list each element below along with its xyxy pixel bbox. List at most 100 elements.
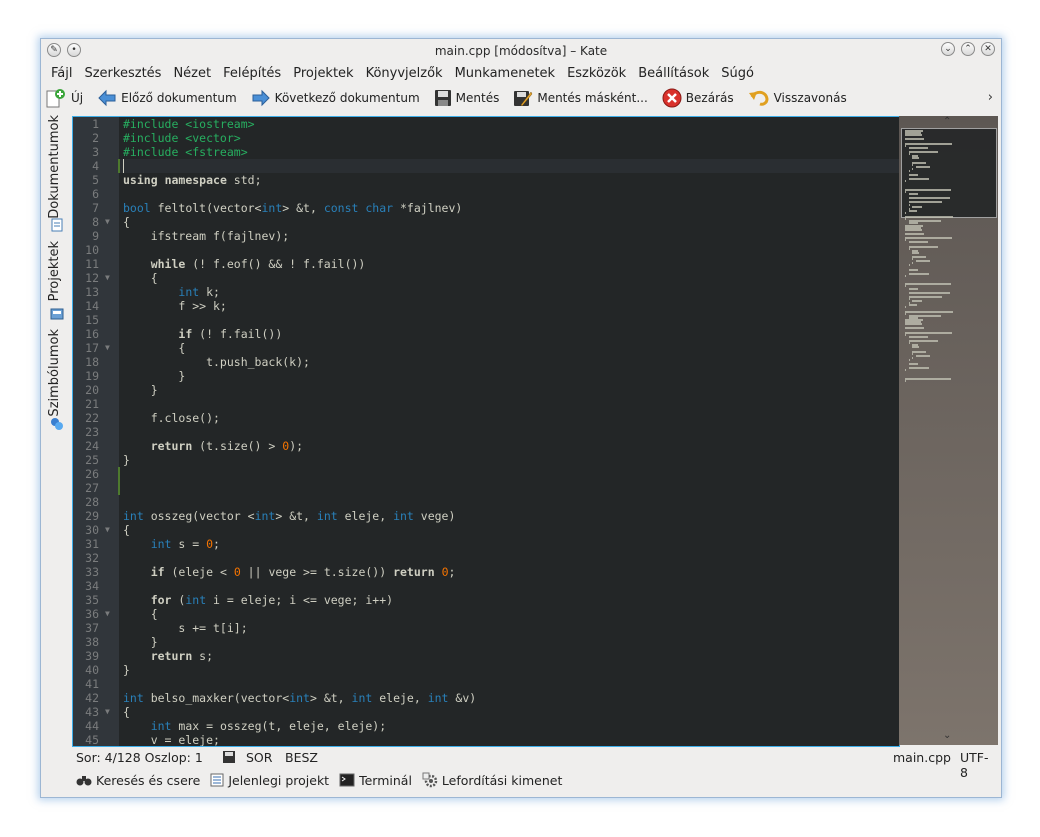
menu-bookmarks[interactable]: Könyvjelzők [360,63,449,85]
code-line[interactable]: 10 [73,243,899,257]
tab-documents[interactable]: Dokumentumok [47,115,62,219]
minimap-viewport[interactable] [901,128,997,218]
close-window-button[interactable]: ✕ [981,42,995,56]
line-number: 6 [92,187,99,201]
code-line[interactable]: 5 using namespace std; [73,173,899,187]
code-line[interactable]: 17 ▼ { [73,341,899,355]
code-line[interactable]: 12 ▼ { [73,271,899,285]
scroll-up-icon[interactable]: ⌃ [943,116,951,127]
code-line[interactable]: 44 int max = osszeg(t, eleje, eleje); [73,719,899,733]
minimap-line [908,335,928,338]
code-line[interactable]: 40} [73,663,899,677]
save-status-icon[interactable] [222,750,236,764]
code-line[interactable]: 16 if (! f.fail()) [73,327,899,341]
tab-current-project[interactable]: Jelenlegi projekt [210,773,329,788]
fold-marker-icon[interactable]: ▼ [105,215,110,229]
encoding[interactable]: UTF-8 [960,750,996,780]
next-document-button[interactable]: Következő dokumentum [251,89,420,107]
maximize-button[interactable]: ⌃ [961,42,975,56]
code-line[interactable]: 33 if (eleje < 0 || vege >= t.size()) re… [73,565,899,579]
code-line[interactable]: 42 int belso_maxker(vector<int> &t, int e… [73,691,899,705]
code-line[interactable]: 3 #include <fstream> [73,145,899,159]
code-line[interactable]: 21 [73,397,899,411]
prev-document-button[interactable]: Előző dokumentum [97,89,237,107]
line-number: 32 [85,551,99,565]
fold-marker-icon[interactable]: ▼ [105,607,110,621]
save-as-button[interactable]: Mentés másként... [513,88,648,108]
menu-projects[interactable]: Projektek [287,63,359,85]
code-line[interactable]: 43 ▼ { [73,705,899,719]
line-number: 31 [85,537,99,551]
code-line[interactable]: 34 [73,579,899,593]
code-line[interactable]: 26 [73,467,899,481]
minimap-line [912,163,914,166]
code-line[interactable]: 7 bool feltolt(vector<int> &t, const char… [73,201,899,215]
title-bar[interactable]: ✎ • main.cpp [módosítva] – Kate ⌄ ⌃ ✕ [41,39,1001,63]
tab-search-replace[interactable]: Keresés és csere [76,773,200,788]
minimap-line [908,287,919,290]
menu-bar: Fájl Szerkesztés Nézet Felépítés Projekt… [45,63,760,85]
cursor-position[interactable]: Sor: 4/128 Oszlop: 1 [76,750,203,765]
code-line[interactable]: 32 [73,551,899,565]
code-line[interactable]: 30 ▼ { [73,523,899,537]
code-line[interactable]: 31 int s = 0; [73,537,899,551]
menu-file[interactable]: Fájl [45,63,78,85]
tab-terminal[interactable]: Terminál [339,773,412,788]
code-line[interactable]: 6 [73,187,899,201]
menu-build[interactable]: Felépítés [217,63,287,85]
code-line[interactable]: 36 ▼ { [73,607,899,621]
new-button[interactable]: Új [45,88,83,108]
tab-build-output[interactable]: Lefordítási kimenet [422,772,562,788]
line-number: 17 [85,341,99,355]
undo-button[interactable]: Visszavonás [748,89,847,107]
code-line[interactable]: 8 ▼ { [73,215,899,229]
code-text: int osszeg(vector <int> &t, int eleje, i… [123,509,456,523]
code-line[interactable]: 25} [73,453,899,467]
menu-sessions[interactable]: Munkamenetek [449,63,561,85]
code-line[interactable]: 19 } [73,369,899,383]
menu-tools[interactable]: Eszközök [561,63,632,85]
fold-marker-icon[interactable]: ▼ [105,523,110,537]
code-line[interactable]: 1 #include <iostream> [73,117,899,131]
insert-mode[interactable]: BESZ [285,750,318,765]
minimize-button[interactable]: ⌄ [941,42,955,56]
code-line[interactable]: 13 int k; [73,285,899,299]
code-line[interactable]: 27 [73,481,899,495]
selection-mode[interactable]: SOR [246,750,272,765]
code-line[interactable]: 15 [73,313,899,327]
menu-help[interactable]: Súgó [715,63,760,85]
code-line[interactable]: 35 for (int i = eleje; i <= vege; i++) [73,593,899,607]
code-line[interactable]: 39 return s; [73,649,899,663]
scroll-down-icon[interactable]: ⌄ [943,730,951,741]
menu-edit[interactable]: Szerkesztés [78,63,167,85]
code-line[interactable]: 2 #include <vector> [73,131,899,145]
code-editor[interactable]: 1 #include <iostream> 2 #include <vector> 3 #… [72,116,900,747]
menu-settings[interactable]: Beállítások [632,63,715,85]
code-line[interactable]: 45 v = eleje; [73,733,899,746]
menu-view[interactable]: Nézet [167,63,217,85]
close-document-button[interactable]: Bezárás [662,88,734,108]
tab-symbols[interactable]: Szimbólumok [47,329,62,417]
code-line[interactable]: 37 s += t[i]; [73,621,899,635]
save-button[interactable]: Mentés [434,89,499,107]
code-line[interactable]: 18 t.push_back(k); [73,355,899,369]
code-line[interactable]: 41 [73,677,899,691]
code-line[interactable]: 23 [73,425,899,439]
tab-projects[interactable]: Projektek [47,241,62,301]
code-line[interactable]: 38 } [73,635,899,649]
code-line[interactable]: 4 [73,159,899,173]
fold-marker-icon[interactable]: ▼ [105,271,110,285]
fold-marker-icon[interactable]: ▼ [105,341,110,355]
fold-marker-icon[interactable]: ▼ [105,705,110,719]
code-line[interactable]: 29 int osszeg(vector <int> &t, int eleje,… [73,509,899,523]
code-line[interactable]: 24 return (t.size() > 0); [73,439,899,453]
code-line[interactable]: 14 f >> k; [73,299,899,313]
line-number: 23 [85,425,99,439]
toolbar-overflow-button[interactable]: › [988,90,993,105]
minimap-scrollbar[interactable]: ⌃ ⌄ [899,116,998,745]
code-line[interactable]: 22 f.close(); [73,411,899,425]
code-line[interactable]: 11 while (! f.eof() && ! f.fail()) [73,257,899,271]
code-line[interactable]: 9 ifstream f(fajlnev); [73,229,899,243]
code-line[interactable]: 20 } [73,383,899,397]
code-line[interactable]: 28 [73,495,899,509]
